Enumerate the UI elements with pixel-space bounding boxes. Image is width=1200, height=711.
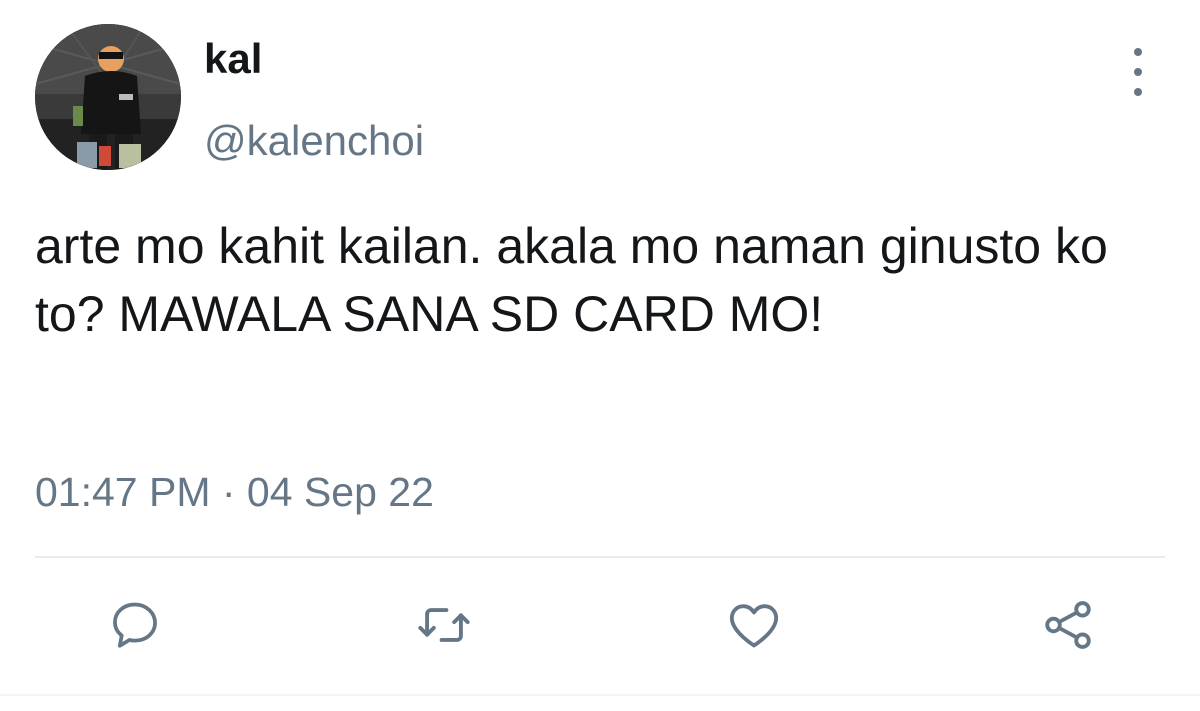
bottom-divider: [0, 694, 1200, 696]
reply-icon: [113, 602, 157, 648]
reply-button[interactable]: [105, 595, 165, 655]
more-options-button[interactable]: [1120, 48, 1156, 96]
heart-icon: [729, 604, 779, 648]
avatar-image: [35, 24, 181, 170]
avatar[interactable]: [35, 24, 181, 170]
retweet-icon: [418, 608, 470, 642]
like-button[interactable]: [724, 595, 784, 655]
more-vertical-icon: [1134, 48, 1142, 56]
more-vertical-icon-dot: [1134, 68, 1142, 76]
share-icon: [1045, 601, 1091, 649]
share-button[interactable]: [1038, 595, 1098, 655]
more-vertical-icon-dot: [1134, 88, 1142, 96]
divider: [35, 556, 1165, 558]
retweet-button[interactable]: [414, 595, 474, 655]
display-name[interactable]: kal: [204, 38, 262, 80]
tweet-timestamp[interactable]: 01:47 PM · 04 Sep 22: [35, 472, 434, 513]
tweet-text: arte mo kahit kailan. akala mo naman gin…: [35, 218, 1108, 342]
tweet-card: kal @kalenchoi arte mo kahit kailan. aka…: [0, 0, 1200, 711]
user-handle[interactable]: @kalenchoi: [204, 120, 424, 162]
